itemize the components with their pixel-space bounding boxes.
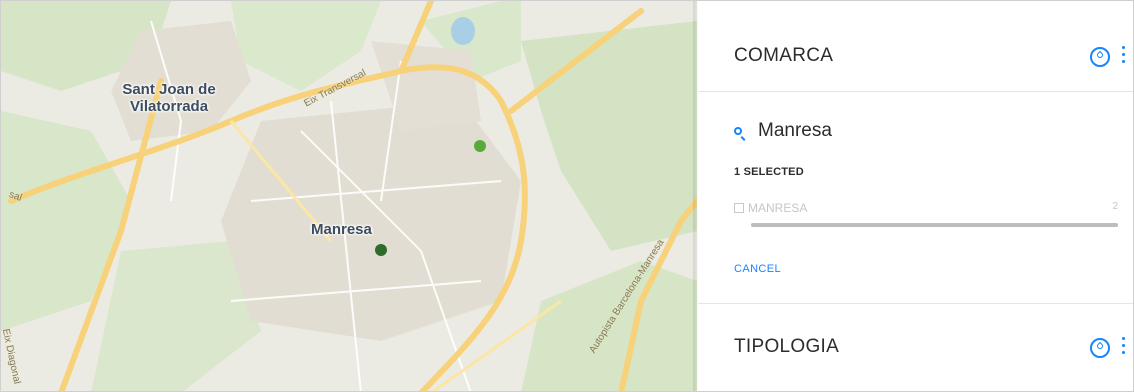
option-count: 2 <box>1112 201 1118 212</box>
section-header-comarca[interactable]: COMARCA <box>698 1 1133 92</box>
drop-icon[interactable] <box>1090 338 1110 358</box>
app-window: Eix Transversal Autopista Barcelona-Manr… <box>0 0 1134 392</box>
place-label-manresa: Manresa <box>311 221 372 238</box>
cancel-button[interactable]: CANCEL <box>734 263 781 275</box>
option-bar-fill <box>751 223 1118 227</box>
option-checkbox[interactable] <box>734 203 744 213</box>
search-icon <box>734 127 742 135</box>
category-option-manresa[interactable]: MANRESA 2 <box>734 201 1118 217</box>
map-canvas[interactable] <box>1 1 697 392</box>
filter-panel: COMARCA 1 SELECTED MANRESA 2 CANCEL TIPO… <box>698 1 1133 391</box>
place-label-sant-joan: Sant Joan de Vilatorrada <box>122 81 216 115</box>
map-view[interactable]: Eix Transversal Autopista Barcelona-Manr… <box>1 1 697 392</box>
option-label: MANRESA <box>748 201 808 215</box>
section-header-tipologia[interactable]: TIPOLOGIA <box>698 304 1133 391</box>
kebab-menu-icon[interactable] <box>1122 337 1126 355</box>
kebab-menu-icon[interactable] <box>1122 46 1126 64</box>
selected-count: 1 SELECTED <box>734 166 804 178</box>
option-bar <box>751 223 1118 227</box>
drop-icon[interactable] <box>1090 47 1110 67</box>
section-title-tipologia: TIPOLOGIA <box>734 336 840 357</box>
section-title-comarca: COMARCA <box>734 45 834 66</box>
search-input[interactable] <box>758 120 1118 142</box>
